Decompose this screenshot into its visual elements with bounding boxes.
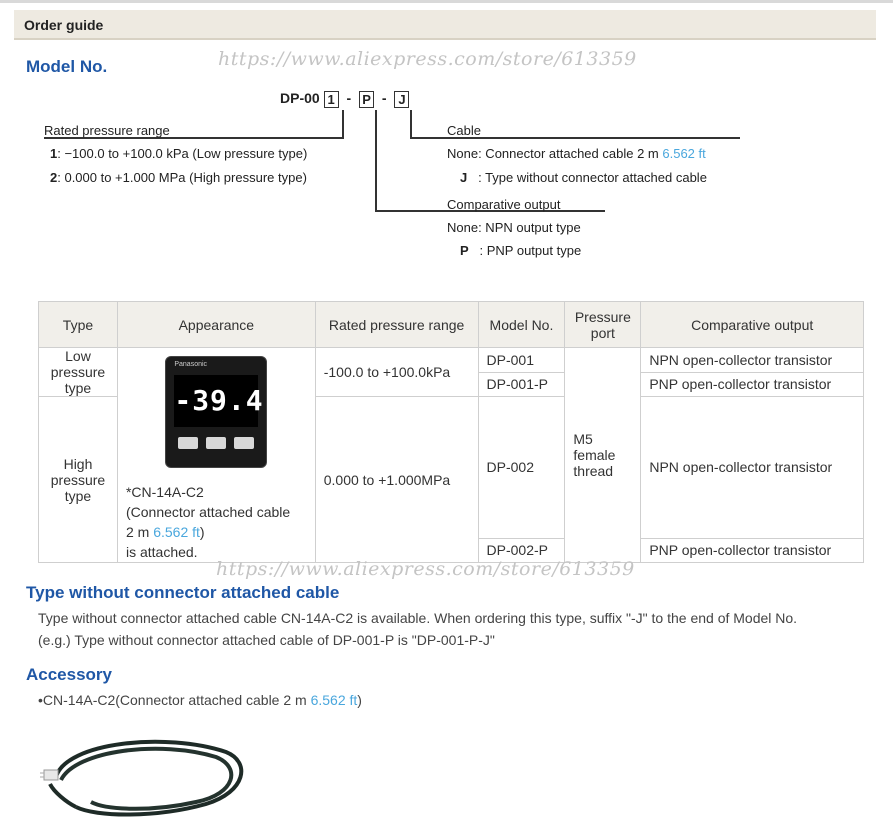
cable-option-j: J : Type without connector attached cabl… (460, 170, 707, 185)
model-cell: DP-001-P (477, 371, 566, 397)
without-connector-line-2: (e.g.) Type without connector attached c… (38, 632, 495, 648)
connector-line (375, 110, 377, 211)
connector-line (410, 110, 412, 138)
rated-option-1: 1: −100.0 to +100.0 kPa (Low pressure ty… (50, 146, 308, 161)
table-row: Low pressure type Panasonic -39.4 *CN-14A-… (38, 347, 864, 563)
order-guide-bar: Order guide (14, 10, 876, 40)
output-cell: NPN open-collector transistor (640, 396, 864, 539)
header-type: Type (38, 301, 118, 348)
top-divider (0, 0, 893, 3)
model-dash: - (381, 90, 387, 106)
model-cell: DP-002 (477, 396, 566, 539)
without-connector-title: Type without connector attached cable (26, 583, 340, 602)
range-low: -100.0 to +100.0kPa (314, 347, 479, 397)
order-guide-title: Order guide (24, 17, 104, 33)
header-appearance: Appearance (116, 301, 316, 348)
model-code: DP-00 1 - P - J (280, 90, 410, 108)
type-high: High pressure type (38, 396, 118, 563)
rated-range-title: Rated pressure range (44, 123, 170, 138)
pressure-sensor-image: Panasonic -39.4 (165, 356, 268, 468)
model-box-pressure: 1 (323, 90, 339, 108)
comparative-output-title: Comparative output (447, 197, 561, 212)
specification-table: Type Appearance Rated pressure range Mod… (38, 301, 864, 563)
output-cell: PNP open-collector transistor (640, 537, 864, 563)
cable-image (40, 739, 244, 817)
watermark-top: https://www.aliexpress.com/store/613359 (218, 48, 637, 70)
comparative-option-none: None: NPN output type (447, 220, 581, 235)
without-connector-line-1: Type without connector attached cable CN… (38, 610, 798, 626)
table-header-row: Type Appearance Rated pressure range Mod… (38, 301, 864, 348)
model-box-output: P (359, 90, 375, 108)
range-high: 0.000 to +1.000MPa (314, 396, 479, 563)
accessory-item: •CN-14A-C2(Connector attached cable 2 m … (38, 692, 362, 708)
model-no-title: Model No. (26, 57, 108, 76)
model-box-cable: J (394, 90, 410, 108)
cable-option-none: None: Connector attached cable 2 m 6.562… (447, 146, 706, 161)
header-pressure-port: Pressure port (564, 301, 642, 348)
appearance-cell: Panasonic -39.4 *CN-14A-C2 (Connector at… (116, 347, 316, 563)
output-cell: NPN open-collector transistor (640, 347, 864, 373)
comparative-option-p: P : PNP output type (460, 243, 582, 258)
connector-line (342, 110, 344, 138)
model-cell: DP-001 (477, 347, 566, 373)
type-low: Low pressure type (38, 347, 118, 397)
header-comparative-output: Comparative output (640, 301, 864, 348)
watermark-bottom: https://www.aliexpress.com/store/613359 (216, 558, 635, 580)
model-prefix: DP-00 (280, 90, 320, 106)
pressure-port-cell: M5 female thread (564, 347, 642, 563)
output-cell: PNP open-collector transistor (640, 371, 864, 397)
cable-note: *CN-14A-C2 (Connector attached cable 2 m… (125, 484, 291, 560)
accessory-title: Accessory (26, 665, 113, 684)
model-dash: - (346, 90, 352, 106)
header-rated-range: Rated pressure range (314, 301, 479, 348)
rated-option-2: 2: 0.000 to +1.000 MPa (High pressure ty… (50, 170, 307, 185)
header-model-no: Model No. (477, 301, 566, 348)
cable-title: Cable (447, 123, 481, 138)
